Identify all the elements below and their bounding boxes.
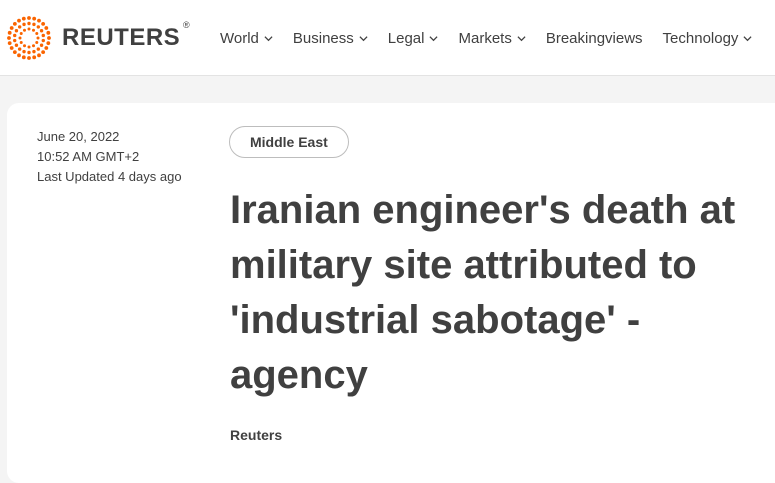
nav-item-label: Markets [458, 29, 512, 47]
chevron-down-icon [264, 35, 273, 41]
registered-mark: ® [183, 20, 191, 30]
chevron-down-icon [743, 35, 752, 41]
last-updated: Last Updated 4 days ago [37, 169, 182, 184]
nav-item-label: World [220, 29, 259, 47]
nav-item-business[interactable]: Business [293, 30, 368, 47]
article-meta: June 20, 2022 10:52 AM GMT+2 Last Update… [37, 127, 182, 187]
nav-item-legal[interactable]: Legal [388, 30, 439, 47]
article-headline: Iranian engineer's death at military sit… [230, 188, 736, 397]
reuters-logo-icon [7, 16, 51, 60]
reuters-logo-link[interactable]: REUTERS ® [6, 15, 190, 61]
brand-name: REUTERS ® [62, 20, 190, 52]
nav-item-markets[interactable]: Markets [458, 29, 526, 47]
nav-item-label: Breakingviews [545, 29, 643, 47]
brand-name-text: REUTERS [62, 24, 181, 51]
publish-time: 10:52 AM GMT+2 [37, 149, 140, 164]
chevron-down-icon [359, 35, 368, 41]
nav-item-breakingviews[interactable]: Breakingviews [546, 30, 643, 47]
top-navigation-bar: REUTERS ® World Business Legal Markets Br… [0, 0, 775, 76]
chevron-down-icon [517, 35, 526, 41]
nav-item-technology[interactable]: Technology [663, 30, 753, 47]
nav-item-label: Business [292, 29, 354, 47]
nav-item-label: Technology [662, 29, 739, 47]
nav-item-world[interactable]: World [220, 30, 273, 47]
chevron-down-icon [429, 35, 439, 41]
byline-author[interactable]: Reuters [230, 427, 282, 443]
main-nav: World Business Legal Markets Breakingvie… [220, 0, 772, 76]
nav-item-label: Legal [387, 29, 425, 47]
section-tag-middle-east[interactable]: Middle East [229, 126, 349, 158]
publish-date: June 20, 2022 [37, 129, 120, 144]
